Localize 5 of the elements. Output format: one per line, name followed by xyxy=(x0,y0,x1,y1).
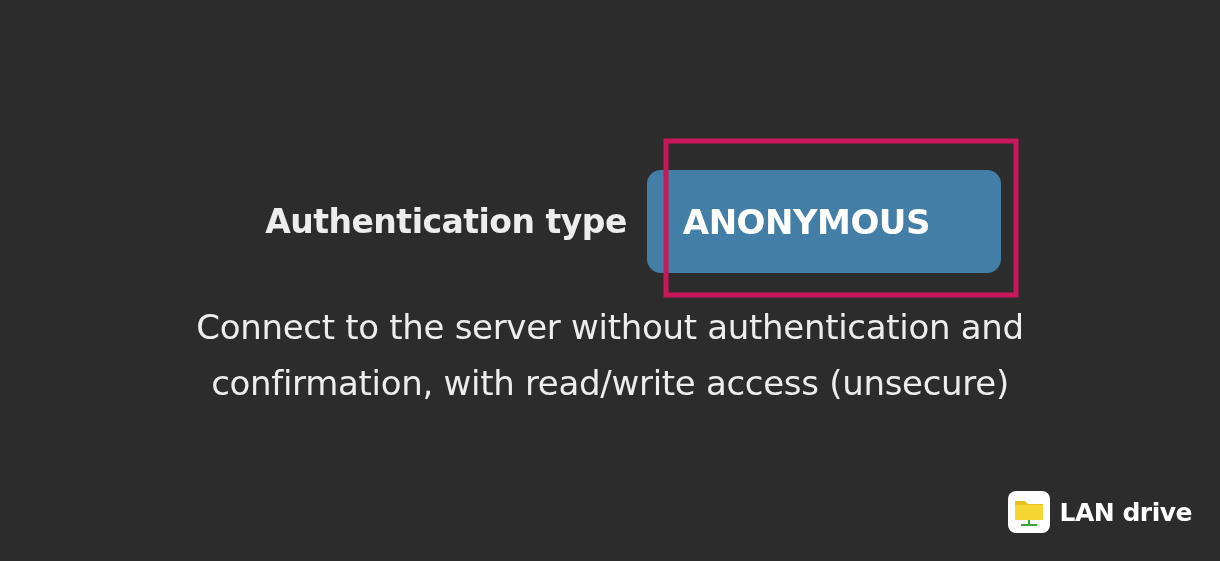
description-text: Connect to the server without authentication and confirmation, with read/write access (unsecure) xyxy=(195,306,1025,405)
setting-label: Authentication type xyxy=(265,202,627,241)
app-name: LAN drive xyxy=(1059,497,1192,527)
authentication-type-button[interactable]: ANONYMOUS xyxy=(646,170,1001,273)
folder-app-icon xyxy=(1007,491,1050,533)
